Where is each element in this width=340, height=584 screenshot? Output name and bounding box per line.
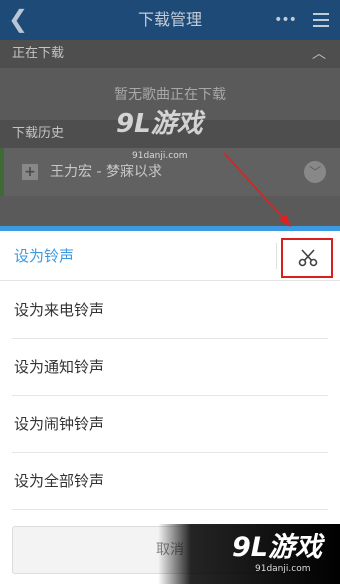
watermark-badge: 9L游戏 91danji.com bbox=[158, 524, 340, 584]
watermark-logo: 9L游戏 bbox=[232, 532, 322, 563]
annotation-arrow bbox=[223, 152, 291, 227]
watermark-url: 91danji.com bbox=[255, 564, 311, 574]
